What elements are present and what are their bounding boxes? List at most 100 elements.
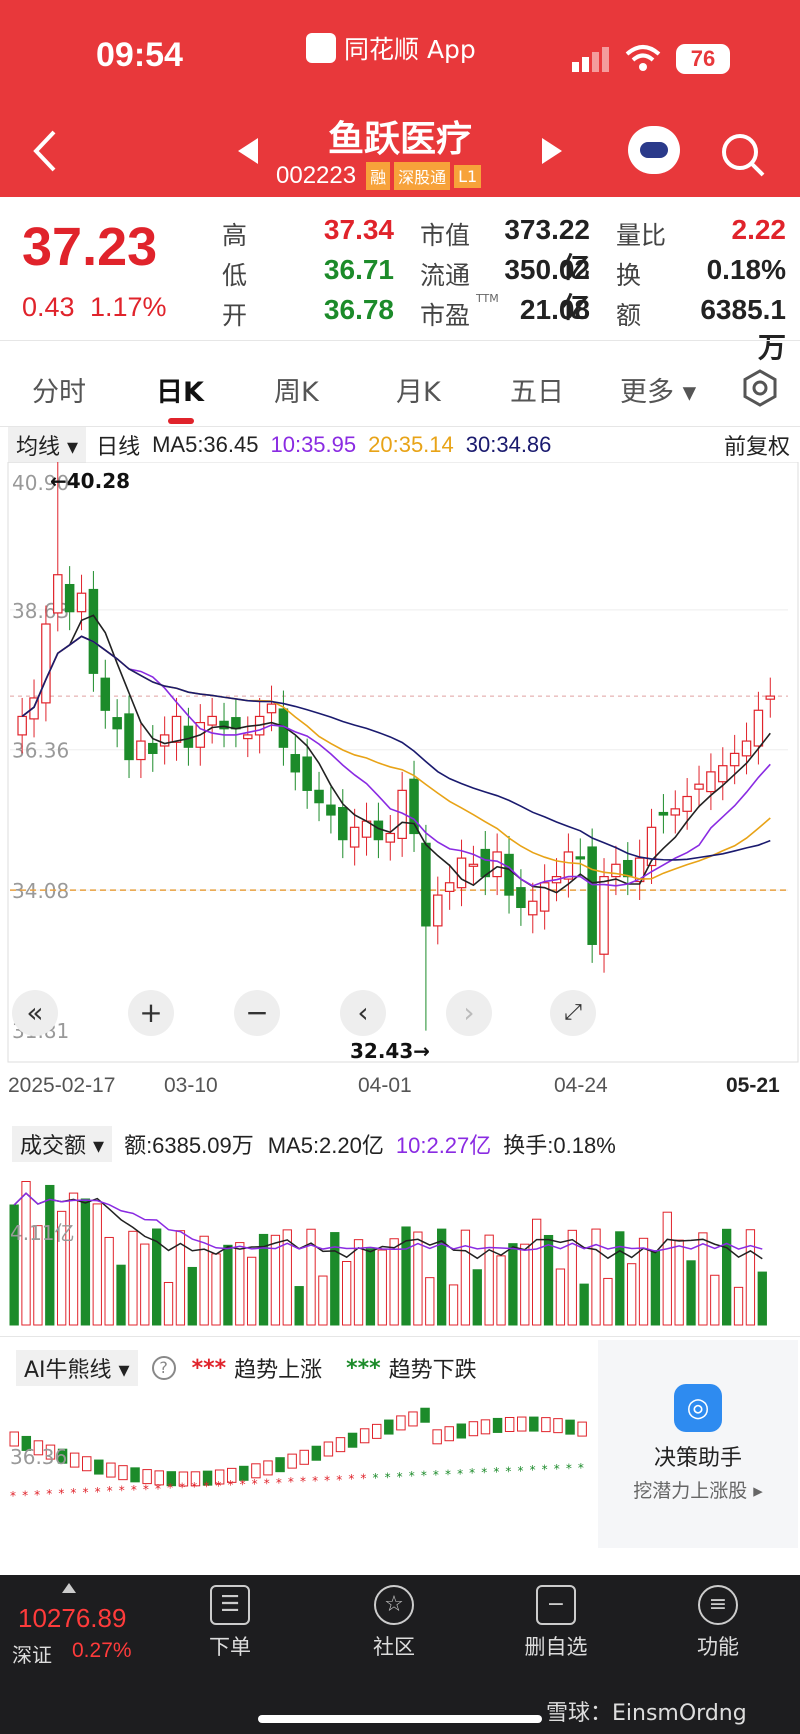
prev-stock-icon[interactable] [236,136,260,170]
stock-code: 002223 [276,162,357,189]
stat-value: 36.78 [323,294,394,325]
rewind-icon[interactable]: « [12,990,58,1036]
volume-bar [425,1277,435,1326]
candle-body [53,574,63,614]
volume-bar [389,1238,399,1326]
next-stock-icon[interactable] [540,136,564,170]
nav-order[interactable]: ☰ 下单 [170,1585,290,1661]
community-icon: ☆ [374,1585,414,1625]
index-name: 深证 [12,1643,52,1667]
scroll-left-icon[interactable]: ‹ [340,990,386,1036]
volume-bar [377,1249,387,1326]
candle-body [41,623,51,704]
stat-label: 量比 [616,221,667,250]
ai-candle [444,1426,454,1442]
search-icon[interactable] [720,132,766,182]
helper-icon: ◎ [674,1384,722,1432]
y-axis-label: 36.36 [12,739,69,763]
ai-candle [565,1419,575,1435]
ai-candle [468,1421,479,1437]
candle-body [64,583,75,613]
trend-marker: * [95,1485,101,1499]
trend-marker: * [191,1480,197,1494]
tab-5[interactable]: 更多 ▾ [620,370,696,409]
settings-icon[interactable] [740,368,780,412]
candle-body [433,894,443,927]
robot-assistant-icon[interactable] [628,126,680,174]
adjust-mode[interactable]: 前复权 [724,429,790,461]
stat-value: 36.71 [323,254,394,285]
tab-4[interactable]: 五日 [510,370,564,409]
volume-bar [365,1248,376,1326]
trend-marker: * [554,1462,560,1476]
trend-marker: * [433,1468,439,1482]
trend-marker: * [481,1466,487,1480]
volume-bar [45,1184,55,1326]
chart-frame [7,462,799,1063]
kline-chart[interactable]: 40.9038.6336.3634.0831.81 ←40.2832.43→ [0,462,800,1122]
stat-label: 低 [222,261,248,290]
volume-selector[interactable]: 成交额 ▾ [12,1126,113,1162]
current-price: 37.23 [22,217,158,277]
badge-connect: 深股通 [394,162,451,190]
trend-marker: * [518,1464,524,1478]
volume-bar [140,1243,150,1326]
trend-marker: * [397,1470,403,1484]
back-icon[interactable] [30,128,60,178]
trend-marker: * [276,1476,282,1490]
candle-body [516,887,526,909]
volume-bar [448,1284,459,1326]
ma-selector[interactable]: 均线 ▾ [8,427,87,463]
candle-body [314,789,324,804]
stat-label: 换 [616,261,642,290]
battery-indicator: 76 [676,44,730,74]
candle-body [183,725,194,748]
fullscreen-icon[interactable]: ⤢ [550,990,596,1036]
volume-bar [543,1234,554,1326]
nav-community[interactable]: ☆ 社区 [334,1585,454,1661]
volume-bar [603,1277,613,1326]
decision-helper[interactable]: ◎ 决策助手 挖潜力上涨股 ▸ [598,1340,798,1548]
tab-3[interactable]: 月K [396,370,441,409]
trend-marker: * [203,1479,209,1493]
trend-marker: * [493,1465,499,1479]
volume-bar [80,1198,91,1326]
trend-marker: * [70,1486,76,1500]
candle-body [136,740,146,761]
trend-marker: * [143,1482,149,1496]
trend-marker: * [240,1478,246,1492]
nav-remove-watchlist[interactable]: − 删自选 [496,1585,616,1661]
volume-bar [627,1263,637,1326]
volume-bar [674,1239,684,1326]
volume-bar [591,1228,601,1326]
ma-bar: 均线 ▾ 日线 MA5:36.45 10:35.95 20:35.14 30:3… [8,427,798,463]
nav-functions[interactable]: ≡ 功能 [658,1585,778,1661]
ai-candle [299,1449,309,1465]
volume-bar [187,1266,197,1326]
candle-body [658,811,669,816]
tab-indicator [168,418,194,424]
tab-0[interactable]: 分时 [32,370,86,409]
stat-value: 6385.1万 [700,294,786,363]
candle-body [444,882,455,892]
zoom-out-icon[interactable]: − [234,990,280,1036]
ai-candle [541,1417,551,1433]
volume-turnover: 换手:0.18% [503,1133,616,1158]
trend-marker: * [228,1478,234,1492]
ai-candle [517,1416,527,1432]
tab-1[interactable]: 日K [156,370,204,409]
ma30-value: 30:34.86 [465,432,552,457]
app-label: 同花顺 App [306,30,476,66]
scroll-right-icon[interactable]: › [446,990,492,1036]
candle-body [694,783,704,790]
trend-marker: * [530,1463,536,1477]
tab-2[interactable]: 周K [274,370,319,409]
help-icon[interactable]: ? [151,1356,176,1380]
helper-title: 决策助手 [653,1446,742,1471]
helper-subtitle-row: 挖潜力上涨股 ▸ [633,1480,763,1502]
index-value[interactable]: 10276.89 [18,1603,126,1634]
down-legend-marker: *** [346,1355,381,1381]
trend-marker: * [288,1475,294,1489]
candle-body [148,742,158,754]
zoom-in-icon[interactable]: + [128,990,174,1036]
